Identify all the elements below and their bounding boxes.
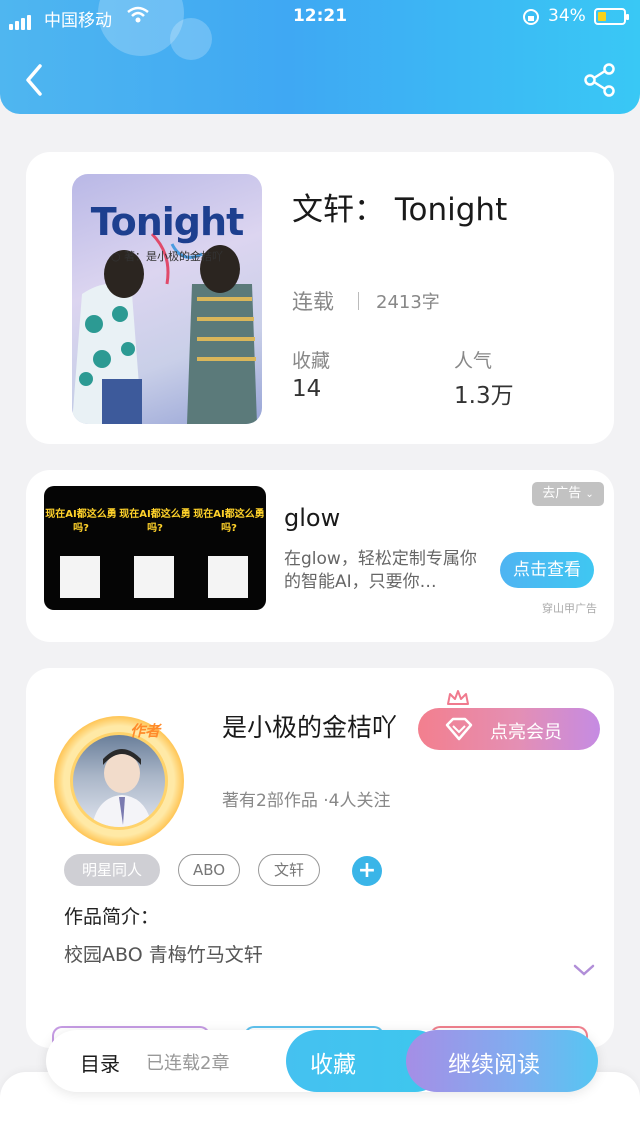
chevron-down-icon[interactable] <box>572 962 596 978</box>
battery-percent: 34% <box>548 6 586 26</box>
meme-text: 现在AI都这么勇吗? <box>193 509 265 534</box>
battery-fill <box>598 12 606 21</box>
clock: 12:21 <box>292 6 348 26</box>
cover-title: Tonight <box>90 200 244 244</box>
ad-image[interactable]: 现在AI都这么勇吗? 现在AI都这么勇吗? 现在AI都这么勇吗? <box>44 486 266 610</box>
author-avatar[interactable] <box>70 732 168 830</box>
diamond-icon <box>445 717 473 741</box>
favorites-label: 收藏 <box>292 350 331 372</box>
book-info-card: Tonight ○ 著：是小极的金桔吖 文轩： Tonight 连载 2413字… <box>26 152 614 444</box>
tag-abo[interactable]: ABO <box>178 854 240 886</box>
author-stats: 著有2部作品 ·4人关注 <box>222 791 391 811</box>
ad-source: 穿山甲广告 <box>542 602 597 615</box>
intro-label: 作品简介： <box>64 906 160 928</box>
meme-panel: 现在AI都这么勇吗? <box>44 486 118 610</box>
tag-wenxuan[interactable]: 文轩 <box>258 854 320 886</box>
continue-reading-button[interactable]: 继续阅读 <box>406 1030 598 1092</box>
rotation-lock-icon <box>523 9 539 25</box>
tag-star-fanfic[interactable]: 明星同人 <box>64 854 160 886</box>
popularity-label: 人气 <box>454 350 493 372</box>
cover-subtitle: ○ 著：是小极的金桔吖 <box>110 250 224 263</box>
add-tag-button[interactable]: + <box>352 856 382 886</box>
toc-button[interactable]: 目录 <box>80 1048 120 1077</box>
chevron-down-icon: ⌄ <box>585 489 594 500</box>
ad-view-button[interactable]: 点击查看 <box>500 552 594 588</box>
status-bar: 中国移动 12:21 34% <box>0 0 640 34</box>
meme-text: 现在AI都这么勇吗? <box>119 509 191 534</box>
header: 中国移动 12:21 34% <box>0 0 640 114</box>
book-status: 连载 <box>292 290 334 314</box>
vip-button[interactable]: 点亮会员 <box>418 708 600 750</box>
author-card: 作者 是小极的金桔吖 点亮会员 著有2部作品 ·4人关注 明星同人 ABO 文轩… <box>26 668 614 1048</box>
ad-description: 在glow，轻松定制专属你的智能AI，只要你… <box>284 549 477 592</box>
divider <box>358 292 359 310</box>
chapter-count: 已连载2章 <box>146 1053 230 1074</box>
word-count: 2413字 <box>376 292 440 313</box>
remove-ad-button[interactable]: 去广告 ⌄ <box>532 482 604 506</box>
ad-card[interactable]: 现在AI都这么勇吗? 现在AI都这么勇吗? 现在AI都这么勇吗? 去广告 ⌄ g… <box>26 470 614 642</box>
vip-button-label: 点亮会员 <box>490 722 562 743</box>
panda-face-icon <box>134 556 174 598</box>
continue-reading-label: 继续阅读 <box>448 1052 540 1078</box>
author-badge: 作者 <box>130 722 161 740</box>
meme-text: 现在AI都这么勇吗? <box>45 509 117 534</box>
intro-text: 校园ABO 青梅竹马文轩 <box>64 944 263 966</box>
author-name[interactable]: 是小极的金桔吖 <box>222 708 397 744</box>
book-cover[interactable]: Tonight ○ 著：是小极的金桔吖 <box>72 174 262 424</box>
bottom-action-bar: 目录 已连载2章 收藏 继续阅读 <box>46 1030 598 1092</box>
back-icon[interactable] <box>20 62 50 98</box>
crown-icon <box>447 690 469 705</box>
collect-button-label: 收藏 <box>310 1052 356 1078</box>
share-icon[interactable] <box>582 62 618 98</box>
book-title: 文轩： Tonight <box>292 192 508 228</box>
popularity-value: 1.3万 <box>454 383 514 409</box>
remove-ad-label: 去广告 <box>542 486 582 501</box>
panda-face-icon <box>208 556 248 598</box>
battery-icon <box>594 8 629 25</box>
meme-panel: 现在AI都这么勇吗? <box>192 486 266 610</box>
meme-panel: 现在AI都这么勇吗? <box>118 486 192 610</box>
panda-face-icon <box>60 556 100 598</box>
favorites-value: 14 <box>292 376 322 402</box>
ad-title: glow <box>284 504 341 532</box>
